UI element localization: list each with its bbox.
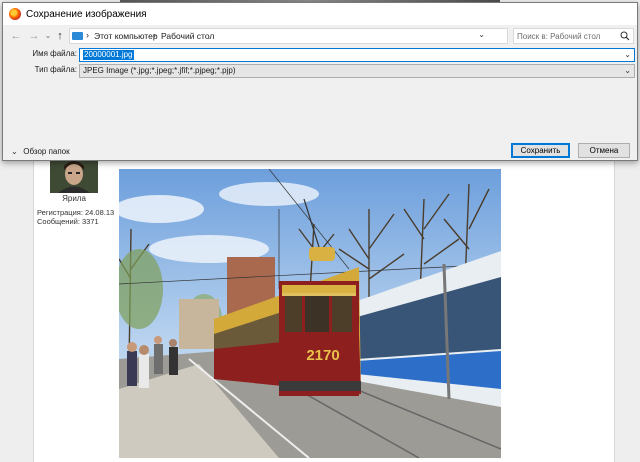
search-box[interactable] (513, 28, 634, 44)
filename-input[interactable]: 20000001.jpg ⌄ (79, 48, 635, 62)
post-author-meta: Регистрация: 24.08.13 Сообщений: 3371 (37, 208, 114, 226)
firefox-icon (9, 8, 21, 20)
arrow-left-icon[interactable]: ← (9, 28, 23, 44)
dialog-title: Сохранение изображения (26, 9, 147, 20)
chevron-down-icon[interactable]: ⌄ (624, 49, 631, 61)
search-icon[interactable] (620, 31, 630, 41)
save-image-dialog: Сохранение изображения ← → ⌄ ↑ › Этот ко… (2, 2, 638, 161)
filetype-select[interactable]: JPEG Image (*.jpg;*.jpeg;*.jfif;*.pjpeg;… (79, 64, 635, 78)
filename-row: Имя файла: 20000001.jpg ⌄ (3, 48, 637, 62)
breadcrumb-this-pc[interactable]: Этот компьютер (94, 31, 158, 41)
breadcrumb-desktop[interactable]: Рабочий стол (161, 31, 214, 41)
filetype-value: JPEG Image (*.jpg;*.jpeg;*.jfif;*.pjpeg;… (83, 66, 236, 75)
browse-folders-label: Обзор папок (23, 147, 70, 156)
cancel-button[interactable]: Отмена (578, 143, 630, 158)
address-dropdown-chevron-icon[interactable]: ⌄ (478, 30, 485, 39)
filename-selected-text[interactable]: 20000001.jpg (83, 50, 134, 60)
message-count: Сообщений: 3371 (37, 217, 99, 226)
arrow-right-icon[interactable]: → (27, 28, 41, 44)
save-button[interactable]: Сохранить (511, 143, 570, 158)
arrow-up-icon[interactable]: ↑ (53, 28, 67, 44)
tram-photo-image: 2170 (119, 169, 501, 458)
breadcrumb-separator-icon[interactable]: › (153, 30, 156, 40)
address-bar[interactable]: › Этот компьютер › Рабочий стол ⌄ ↻ (69, 28, 570, 44)
avatar-image (50, 160, 98, 193)
tram-number: 2170 (306, 347, 339, 364)
registration-date: Регистрация: 24.08.13 (37, 208, 115, 217)
filetype-row: Тип файла: JPEG Image (*.jpg;*.jpeg;*.jf… (3, 64, 637, 78)
user-avatar[interactable] (50, 160, 98, 193)
breadcrumb-separator-icon[interactable]: › (86, 30, 89, 40)
browse-folders-toggle[interactable]: ⌄ Обзор папок (11, 147, 70, 159)
chevron-down-icon[interactable]: ⌄ (624, 65, 631, 77)
filetype-label: Тип файла: (34, 65, 77, 74)
computer-icon (72, 32, 83, 40)
tram-photo[interactable]: 2170 (119, 169, 501, 458)
search-input[interactable] (517, 30, 617, 42)
filename-label: Имя файла: (32, 49, 77, 58)
chevron-down-icon: ⌄ (11, 147, 18, 156)
post-author-name[interactable]: Ярила (48, 194, 100, 203)
navigation-bar: ← → ⌄ ↑ › Этот компьютер › Рабочий стол … (3, 25, 637, 47)
dialog-titlebar[interactable]: Сохранение изображения (3, 3, 637, 25)
